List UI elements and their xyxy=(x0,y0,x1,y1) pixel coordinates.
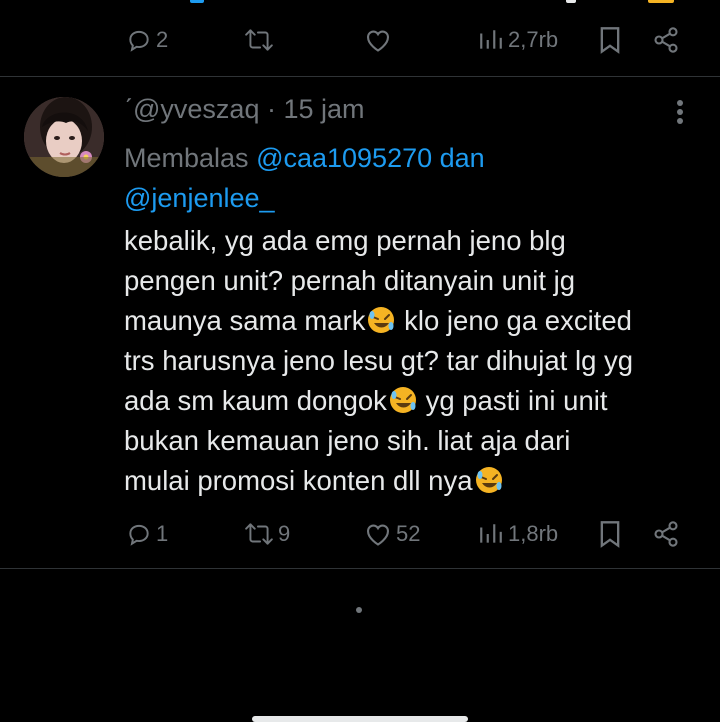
share-icon xyxy=(652,26,680,54)
replying-to-conjunction: dan xyxy=(439,143,485,173)
divider xyxy=(0,76,720,77)
tweet-text-line: kebalik, yg ada emg pernah jeno blg xyxy=(124,225,566,256)
retweet-button[interactable] xyxy=(244,20,274,60)
reply-icon xyxy=(126,521,152,547)
reply-count: 1 xyxy=(156,521,169,546)
like-button[interactable]: 52 xyxy=(364,514,420,554)
views-icon xyxy=(478,521,504,547)
loading-indicator xyxy=(356,607,362,613)
tweet-text-line: maunya sama mark klo jeno ga excited xyxy=(124,305,632,336)
share-button[interactable] xyxy=(652,514,680,554)
tweet-action-bar: 1 9 52 1,8rb xyxy=(0,514,720,554)
views-button[interactable]: 1,8rb xyxy=(478,514,558,554)
like-button[interactable] xyxy=(364,20,392,60)
tweet-header: ˊ@yveszaq · 15 jam xyxy=(124,94,365,125)
header-separator: · xyxy=(266,94,276,124)
heart-icon xyxy=(364,27,392,53)
reply-icon xyxy=(126,27,152,53)
tweet-text: kebalik, yg ada emg pernah jeno blg peng… xyxy=(124,221,709,501)
tweet-text-line: ada sm kaum dongok yg pasti ini unit xyxy=(124,385,608,416)
views-count: 1,8rb xyxy=(508,521,559,546)
mention-link[interactable]: @jenjenlee_ xyxy=(124,183,275,213)
tweet-time[interactable]: 15 jam xyxy=(284,94,365,124)
bookmark-button[interactable] xyxy=(598,514,622,554)
previous-tweet-action-bar: 2 2,7rb xyxy=(0,20,720,60)
views-count: 2,7rb xyxy=(508,27,559,52)
replying-to: Membalas @caa1095270 dan @jenjenlee_ xyxy=(124,138,684,218)
rolling-on-floor-laughing-emoji xyxy=(474,465,504,495)
views-button[interactable]: 2,7rb xyxy=(478,20,558,60)
replying-to-prefix: Membalas xyxy=(124,143,249,173)
share-icon xyxy=(652,520,680,548)
tweet-text-line: bukan kemauan jeno sih. liat aja dari xyxy=(124,425,571,456)
like-count: 52 xyxy=(396,521,421,546)
home-indicator[interactable] xyxy=(252,716,468,722)
bookmark-icon xyxy=(598,520,622,548)
heart-icon xyxy=(364,521,392,547)
bookmark-button[interactable] xyxy=(598,20,622,60)
retweet-icon xyxy=(244,521,274,547)
avatar[interactable] xyxy=(24,97,104,177)
tweet-text-line: mulai promosi konten dll nya xyxy=(124,461,709,501)
mention-link[interactable]: @caa1095270 xyxy=(256,143,432,173)
reply-button[interactable]: 1 xyxy=(126,514,168,554)
views-icon xyxy=(478,27,504,53)
rolling-on-floor-laughing-emoji xyxy=(366,305,396,335)
tweet-text-line: pengen unit? pernah ditanyain unit jg xyxy=(124,265,576,296)
tweet-text-line: trs harusnya jeno lesu gt? tar dihujat l… xyxy=(124,345,634,376)
retweet-icon xyxy=(244,27,274,53)
previous-tweet-clipped-text xyxy=(0,0,720,6)
retweet-button[interactable]: 9 xyxy=(244,514,290,554)
reply-count: 2 xyxy=(156,27,169,52)
reply-button[interactable]: 2 xyxy=(126,20,168,60)
rolling-on-floor-laughing-emoji xyxy=(388,385,418,415)
divider xyxy=(0,568,720,569)
more-vertical-icon xyxy=(664,100,696,132)
more-button[interactable] xyxy=(664,96,696,128)
retweet-count: 9 xyxy=(278,521,291,546)
share-button[interactable] xyxy=(652,20,680,60)
user-handle[interactable]: ˊ@yveszaq xyxy=(124,94,259,124)
bookmark-icon xyxy=(598,26,622,54)
